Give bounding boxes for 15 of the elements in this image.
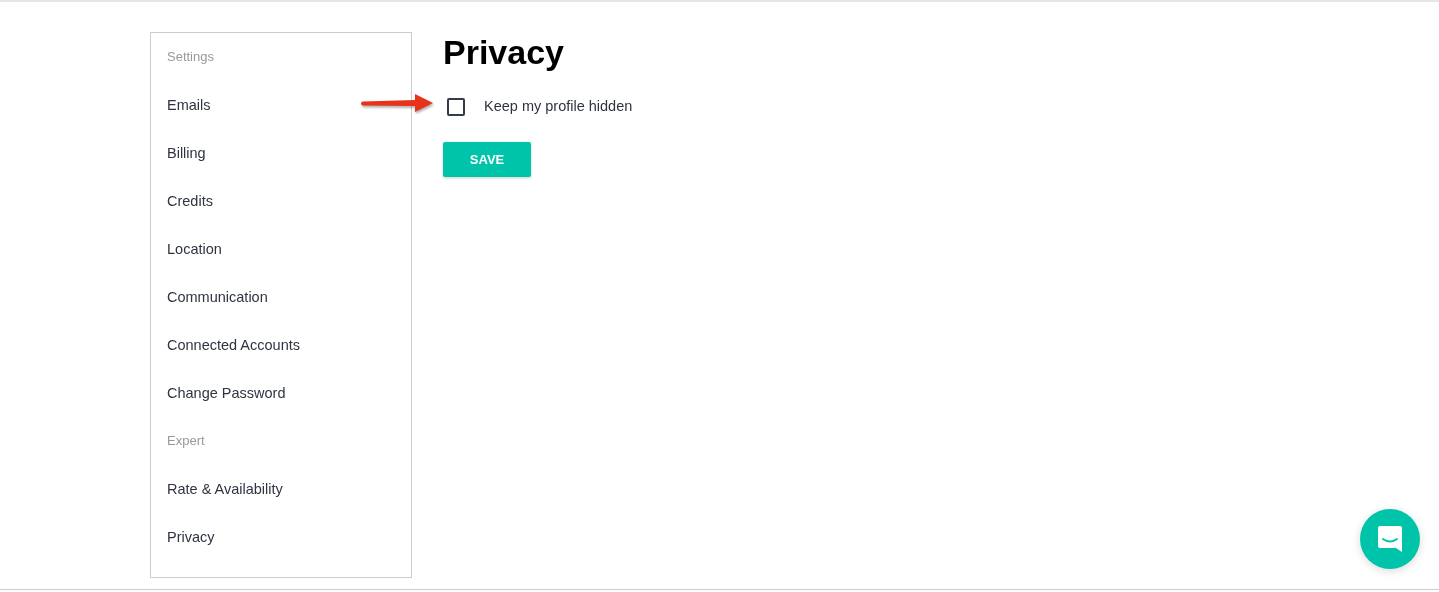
sidebar-link[interactable]: Credits	[167, 193, 213, 209]
page-title: Privacy	[443, 32, 565, 72]
section-heading: Expert	[167, 433, 205, 448]
sidebar-link[interactable]: Rate & Availability	[167, 481, 283, 497]
sidebar-link[interactable]: Emails	[167, 97, 211, 113]
sidebar-link[interactable]: Privacy	[167, 529, 215, 545]
checkbox-label: Keep my profile hidden	[484, 97, 633, 116]
sidebar-link[interactable]: Billing	[167, 145, 206, 161]
sidebar-link[interactable]: Location	[167, 241, 222, 257]
sidebar-link[interactable]: Connected Accounts	[167, 337, 300, 353]
chat-icon	[1377, 525, 1403, 553]
checkbox[interactable]	[447, 97, 465, 116]
sidebar-link[interactable]: Change Password	[167, 385, 286, 401]
section-heading: Settings	[167, 49, 214, 64]
sidebar-link[interactable]: Communication	[167, 289, 268, 305]
